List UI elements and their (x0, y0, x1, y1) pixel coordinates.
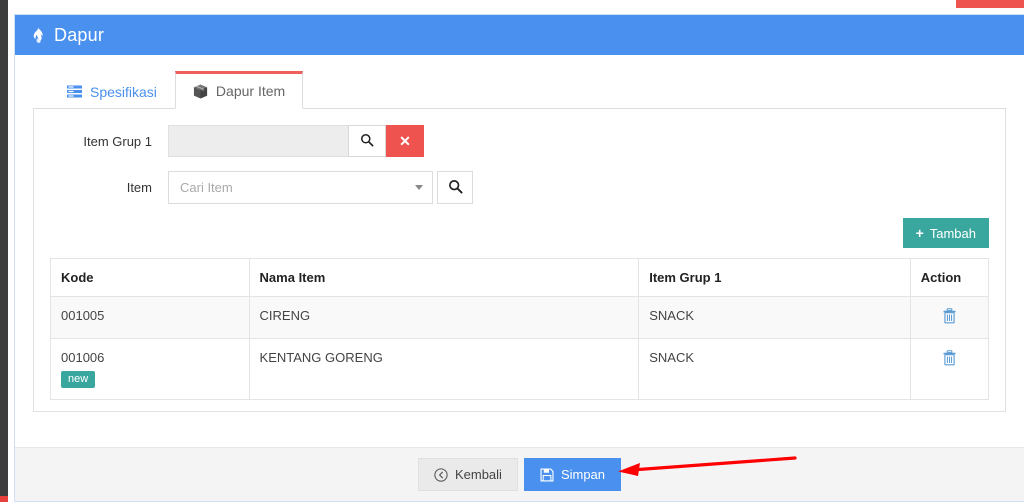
tambah-button[interactable]: + Tambah (902, 218, 989, 248)
form-row-item: Item Cari Item (50, 171, 989, 204)
cell-kode: 001005 (50, 296, 250, 339)
item-select[interactable]: Cari Item (168, 171, 433, 204)
tambah-button-label: Tambah (929, 225, 976, 241)
search-icon (448, 179, 463, 197)
panel-header: Dapur (15, 15, 1024, 55)
label-item-grup-1: Item Grup 1 (83, 133, 152, 149)
input-group-item: Cari Item (168, 171, 473, 204)
server-list-icon (67, 85, 82, 98)
dapur-item-table: Kode Nama Item Item Grup 1 Action 001005… (50, 258, 990, 400)
cell-kode: 001006 new (50, 338, 250, 400)
kembali-button-label: Kembali (454, 467, 502, 482)
panel-body: Spesifikasi Dapur Item Item Grup 1 ✕ Ite… (15, 55, 1024, 501)
kembali-button[interactable]: Kembali (417, 458, 518, 491)
simpan-button-label: Simpan (560, 467, 606, 482)
status-badge: new (61, 371, 96, 388)
panel-footer: Kembali Simpan (15, 447, 1024, 501)
trash-icon[interactable] (942, 308, 957, 327)
times-icon: ✕ (399, 132, 411, 149)
plus-icon: + (915, 225, 924, 241)
column-header-action: Action (909, 258, 990, 297)
item-grup-1-input[interactable] (168, 125, 348, 157)
floppy-save-icon (540, 467, 554, 482)
tab-dapur-item-label: Dapur Item (215, 83, 286, 99)
table-header-row: Kode Nama Item Item Grup 1 Action (50, 258, 990, 297)
tab-spesifikasi[interactable]: Spesifikasi (49, 73, 175, 109)
cell-item-grup-1: SNACK (638, 338, 911, 400)
form-row-item-grup-1: Item Grup 1 ✕ (50, 125, 989, 157)
cell-action (909, 296, 990, 339)
cube-box-icon (193, 84, 208, 99)
item-grup-1-clear-button[interactable]: ✕ (386, 125, 424, 157)
simpan-button[interactable]: Simpan (523, 458, 622, 491)
cell-item-grup-1: SNACK (638, 296, 911, 339)
table-header: Kode Nama Item Item Grup 1 Action (50, 258, 990, 297)
cell-nama-item: CIRENG (248, 296, 640, 339)
browser-left-rail (0, 0, 8, 502)
item-select-placeholder: Cari Item (180, 180, 233, 195)
tab-spesifikasi-label: Spesifikasi (90, 83, 157, 100)
page-title: Dapur (54, 24, 105, 45)
chevron-down-icon (415, 185, 423, 190)
flame-icon (31, 26, 45, 44)
table-body: 001005 CIRENG SNACK 001006 new KENTANG G… (50, 296, 990, 400)
table-row: 001006 new KENTANG GORENG SNACK (50, 338, 990, 400)
trash-icon[interactable] (942, 350, 957, 369)
label-item: Item (126, 180, 152, 195)
item-grup-1-search-button[interactable] (348, 125, 386, 157)
column-header-nama-item: Nama Item (248, 258, 640, 297)
tab-bar: Spesifikasi Dapur Item (33, 71, 1006, 109)
cell-action (909, 338, 990, 400)
table-row: 001005 CIRENG SNACK (50, 296, 990, 339)
column-header-item-grup-1: Item Grup 1 (638, 258, 911, 297)
search-icon (360, 133, 374, 150)
add-row: + Tambah (50, 218, 989, 248)
column-header-kode: Kode (50, 258, 250, 297)
item-search-button[interactable] (437, 171, 473, 204)
arrow-circle-left-icon (434, 467, 448, 482)
dapur-panel: Dapur Spesifikasi Dapur Item Item Grup 1… (14, 14, 1024, 502)
tab-content-dapur-item: Item Grup 1 ✕ Item Cari Item + Tambah Ko… (33, 109, 1006, 412)
cell-nama-item: KENTANG GORENG (248, 338, 640, 400)
left-rail-accent (0, 496, 8, 502)
top-right-red-strip (956, 0, 1024, 8)
input-group-item-grup-1: ✕ (168, 125, 424, 157)
cell-kode-text: 001006 (61, 350, 105, 365)
tab-dapur-item[interactable]: Dapur Item (174, 71, 304, 109)
